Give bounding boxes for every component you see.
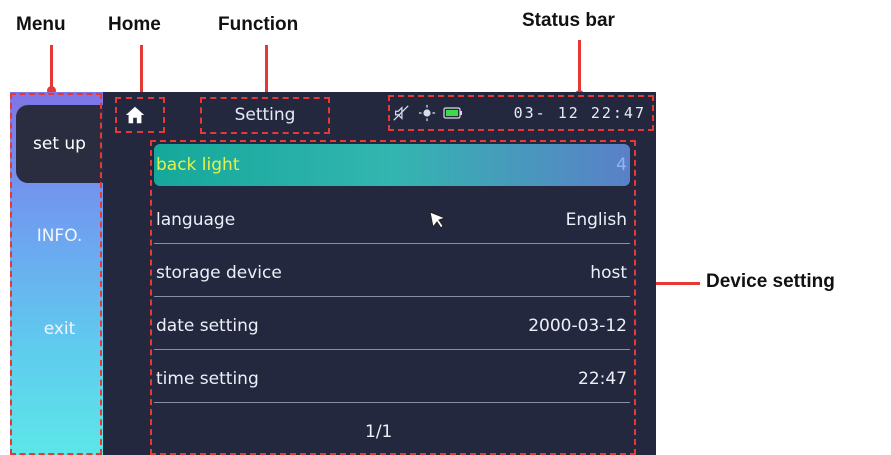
- side-menu: set up INFO. exit: [10, 92, 103, 455]
- setting-row-language[interactable]: language English: [154, 196, 630, 244]
- function-title: Setting: [234, 105, 296, 125]
- setting-value: 2000-03-12: [528, 315, 627, 336]
- page-indicator: 1/1: [365, 422, 393, 442]
- setting-label: time setting: [156, 368, 259, 389]
- menu-item-info[interactable]: INFO.: [16, 197, 103, 275]
- device-screen: set up INFO. exit Setting 03- 12 22:47 b…: [10, 92, 656, 455]
- setting-label: back light: [156, 155, 240, 175]
- setting-value: English: [565, 209, 627, 230]
- annotation-home-label: Home: [108, 14, 161, 35]
- menu-connector-line: [50, 45, 53, 89]
- setting-value: 4: [616, 155, 627, 175]
- setting-value: 22:47: [578, 368, 627, 389]
- status-bar-connector-line: [578, 40, 581, 92]
- setting-row-back-light[interactable]: back light 4: [154, 144, 630, 186]
- mouse-cursor-icon: [429, 211, 447, 229]
- setting-label: language: [156, 209, 236, 230]
- function-connector-line: [265, 45, 268, 96]
- home-icon: [125, 106, 145, 124]
- setting-value: host: [590, 262, 627, 283]
- annotation-status-bar-label: Status bar: [522, 10, 615, 31]
- setting-label: date setting: [156, 315, 259, 336]
- status-bar: 03- 12 22:47: [390, 98, 652, 128]
- setting-row-time-setting[interactable]: time setting 22:47: [154, 355, 630, 403]
- annotation-function-label: Function: [218, 14, 299, 35]
- annotation-device-setting-label: Device setting: [706, 271, 835, 292]
- home-connector-line: [140, 45, 143, 95]
- settings-list: back light 4 language English storage de…: [154, 144, 630, 408]
- annotation-menu-label: Menu: [16, 14, 66, 35]
- battery-icon: [442, 102, 464, 124]
- menu-item-set-up[interactable]: set up: [16, 105, 103, 183]
- menu-item-exit[interactable]: exit: [16, 290, 103, 368]
- setting-label: storage device: [156, 262, 282, 283]
- setting-row-date-setting[interactable]: date setting 2000-03-12: [154, 302, 630, 350]
- home-button[interactable]: [120, 100, 150, 130]
- brightness-icon: [416, 102, 438, 124]
- mute-icon: [390, 102, 412, 124]
- setting-row-storage-device[interactable]: storage device host: [154, 249, 630, 297]
- status-clock: 03- 12 22:47: [513, 104, 646, 122]
